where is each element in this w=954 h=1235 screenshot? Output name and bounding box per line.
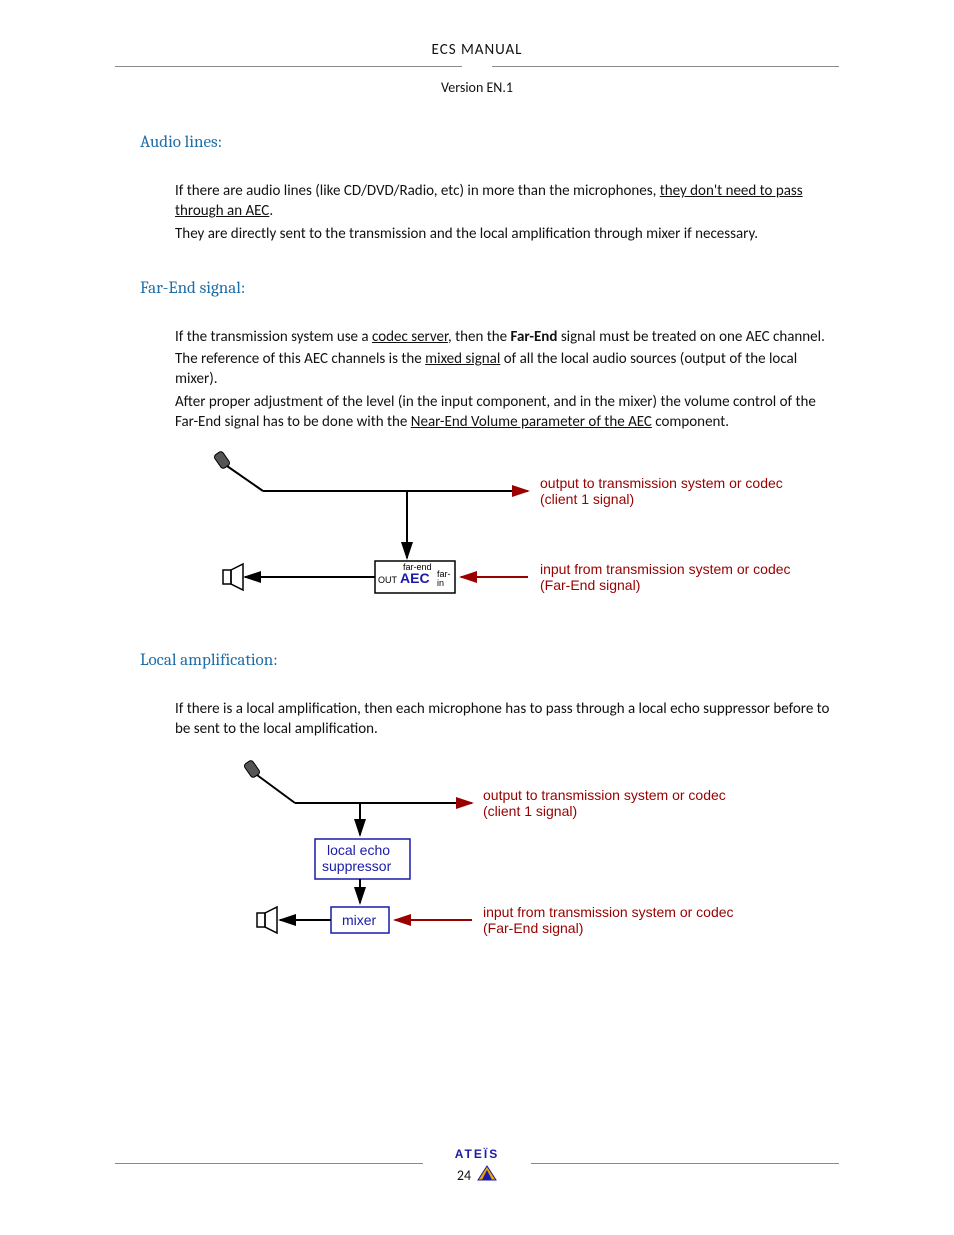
section-heading-audio: Audio lines:: [140, 132, 839, 155]
header-title: ECS MANUAL: [115, 40, 839, 66]
footer-page-row: 24: [457, 1165, 497, 1187]
page-footer: ATEÏS 24: [0, 1146, 954, 1187]
section-heading-local: Local amplification:: [140, 650, 839, 673]
bold-text: Far-End: [510, 328, 557, 346]
text: .: [269, 202, 273, 220]
speaker-icon: [223, 564, 243, 590]
diagram-label: output to transmission system or codec: [540, 475, 783, 491]
diagram-label: input from transmission system or codec: [483, 904, 734, 920]
diagram-local-amp: output to transmission system or codec (…: [175, 753, 839, 963]
diagram-label: (client 1 signal): [540, 491, 634, 507]
underline-text: Near-End Volume parameter of the AEC: [411, 413, 652, 431]
diagram-label: input from transmission system or codec: [540, 561, 791, 577]
header-rule: [115, 66, 839, 73]
section-audio-body: If there are audio lines (like CD/DVD/Ra…: [175, 181, 839, 244]
section-heading-farend: Far-End signal:: [140, 278, 839, 301]
rule: [115, 1163, 423, 1164]
microphone-icon: [213, 451, 263, 491]
text: component.: [652, 413, 729, 431]
box-label: suppressor: [322, 858, 392, 874]
aec-port-label: in: [437, 578, 444, 588]
text: If there are audio lines (like CD/DVD/Ra…: [175, 182, 660, 200]
rule: [492, 66, 839, 67]
text: The reference of this AEC channels is th…: [175, 350, 425, 368]
diagram-label: (client 1 signal): [483, 803, 577, 819]
aec-port-label: OUT: [378, 575, 398, 585]
text: They are directly sent to the transmissi…: [175, 224, 839, 244]
diagram-label: (Far-End signal): [483, 920, 583, 936]
box-label: local echo: [327, 842, 390, 858]
section-local-body: If there is a local amplification, then …: [175, 699, 839, 740]
diagram-label: (Far-End signal): [540, 577, 640, 593]
rule: [115, 66, 462, 67]
diagram-label: output to transmission system or codec: [483, 787, 726, 803]
diagram-svg: output to transmission system or codec (…: [175, 753, 805, 963]
text: If the transmission system use a: [175, 328, 372, 346]
box-label: mixer: [342, 912, 377, 928]
microphone-icon: [243, 760, 295, 803]
page-header: ECS MANUAL Version EN.1: [115, 40, 839, 98]
underline-text: codec server: [372, 328, 448, 346]
text: If there is a local amplification, then …: [175, 699, 839, 740]
underline-text: mixed signal: [425, 350, 500, 368]
diagram-svg: output to transmission system or codec (…: [175, 446, 805, 616]
logo-icon: [477, 1165, 497, 1187]
rule: [531, 1163, 839, 1164]
aec-label: AEC: [400, 570, 430, 586]
footer-rules: ATEÏS 24: [0, 1146, 954, 1187]
text: signal must be treated on one AEC channe…: [557, 328, 824, 346]
document-page: ECS MANUAL Version EN.1 Audio lines: If …: [0, 0, 954, 1235]
section-farend-body: If the transmission system use a codec s…: [175, 327, 839, 432]
footer-brand: ATEÏS: [455, 1146, 499, 1162]
text: , then the: [448, 328, 511, 346]
speaker-icon: [257, 907, 277, 933]
footer-center: ATEÏS 24: [441, 1146, 513, 1187]
diagram-farend: output to transmission system or codec (…: [175, 446, 839, 616]
page-number: 24: [457, 1167, 471, 1186]
header-version: Version EN.1: [115, 79, 839, 98]
